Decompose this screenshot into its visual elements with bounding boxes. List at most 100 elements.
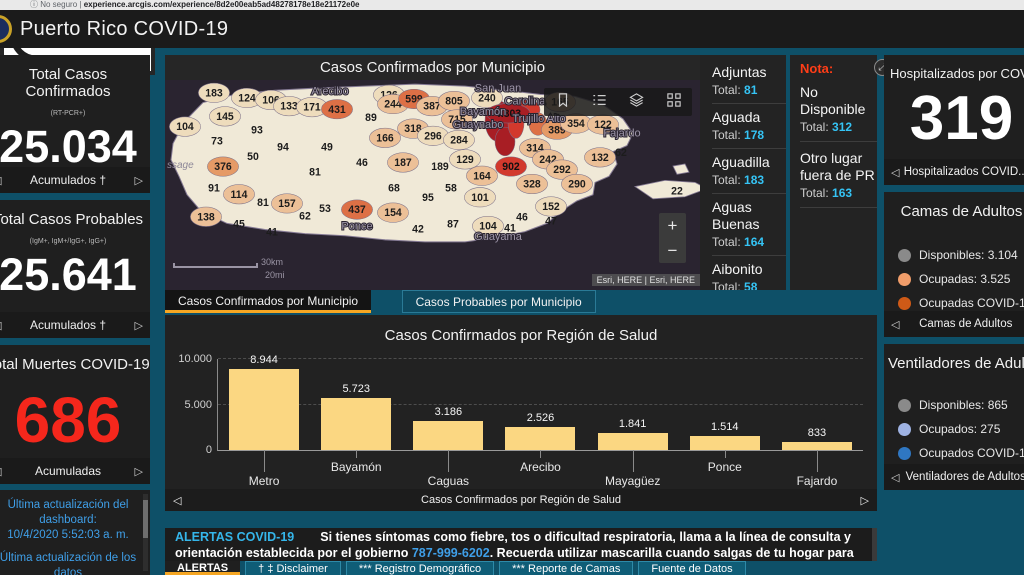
bar-column: 8.944 Metro [218,354,310,488]
x-axis-tick [356,450,358,458]
phone-number[interactable]: 787-999-6202 [412,546,490,560]
municipality-count-label: 124 [238,92,256,104]
municipality-count-label: 93 [251,124,263,136]
next-arrow-icon[interactable]: ▷ [135,319,143,332]
municipality-count-label: 284 [450,134,468,146]
prev-arrow-icon[interactable]: ◁ [891,166,899,179]
list-item[interactable]: Aibonito Total: 58 [712,256,786,290]
list-item[interactable]: Aguada Total: 178 [712,104,786,149]
list-item[interactable]: Aguas Buenas Total: 164 [712,194,786,256]
bar-bayamón[interactable] [321,397,392,450]
legend-row: Ocupadas: 3.525 [898,272,1024,286]
next-arrow-icon[interactable]: ▷ [861,494,869,507]
tab-casos-confirmados-por-municipio[interactable]: Casos Confirmados por Municipio [165,290,372,313]
camas-legend: Disponibles: 3.104 Ocupadas: 3.525 Ocupada… [884,248,1024,310]
hospitalizados-value: 319 [909,84,1014,153]
list-item[interactable]: Aguadilla Total: 183 [712,149,786,194]
municipality-count-label: 132 [591,152,609,164]
layers-icon[interactable] [618,92,655,112]
bookmark-icon[interactable] [544,92,581,112]
ventiladores-title: Ventiladores de Adultos [888,355,1024,372]
bar-column: 1.841 Mayagüez [587,359,679,488]
bar-value-label: 3.186 [434,406,463,419]
camas-nav[interactable]: ◁ Camas de Adultos [884,311,1024,337]
municipality-count-label: 49 [321,142,333,154]
map-title: Casos Confirmados por Municipio [165,55,700,80]
scrollbar-thumb[interactable] [143,500,148,538]
confirmados-subtitle: (RT-PCR+) [50,110,86,117]
map-widget[interactable]: Casos Confirmados por Municipio 183 124 10… [165,55,700,290]
confirmados-value: 25.034 [0,121,137,172]
muertes-nav[interactable]: ◁ Acumuladas ▷ [0,458,150,484]
bar-value-label: 2.526 [526,412,555,425]
next-arrow-icon[interactable]: ▷ [135,174,143,187]
place-name-label: Guayama [474,231,522,243]
hospitalizados-nav[interactable]: ◁ Hospitalizados COVID... [884,159,1024,185]
nota-panel: Nota: ⤢ No Disponible Total: 312 Otro luga… [790,55,891,290]
place-name-label: Bayamón [460,106,506,118]
probables-title: Total Casos Probables [0,211,144,228]
legend-row: Ocupados: 275 [898,422,1024,436]
app-header: Puerto Rico COVID-19 [0,10,1024,48]
municipality-count-label: 164 [473,170,491,182]
bottom-tab-fuente-de-datos[interactable]: Fuente de Datos [638,561,746,575]
bottom-tab--reporte-de-camas[interactable]: *** Reporte de Camas [499,561,634,575]
ticker-scrollbar[interactable] [872,528,877,561]
bottom-tab--registro-demogr-fico[interactable]: *** Registro Demográfico [345,561,495,575]
chart-widget: Casos Confirmados por Región de Salud 10… [165,315,877,511]
municipality-count-label: 189 [431,161,449,173]
bar-arecibo[interactable] [505,427,576,450]
chart-footer-label: Casos Confirmados por Región de Salud [421,494,621,506]
municipality-count-label: 145 [216,111,234,123]
scrollbar-track[interactable] [143,494,148,571]
municipality-count-label: 902 [502,161,520,173]
bar-fajardo[interactable] [781,442,852,450]
zoom-in-button[interactable]: + [659,213,686,238]
legend-row: Disponibles: 3.104 [898,248,1024,262]
prev-arrow-icon[interactable]: ◁ [891,471,899,484]
municipality-count-label: 157 [278,198,296,210]
next-arrow-icon[interactable]: ▷ [135,465,143,478]
prev-arrow-icon[interactable]: ◁ [891,318,899,331]
bar-caguas[interactable] [413,421,484,450]
prev-arrow-icon[interactable]: ◁ [173,494,181,507]
probables-nav[interactable]: ◁ Acumulados † ▷ [0,312,150,338]
scale-mi-label: 20mi [265,270,285,280]
bar-metro[interactable] [229,368,300,450]
bottom-tab-alertas[interactable]: ALERTAS [165,561,241,575]
camas-nav-label: Camas de Adultos [919,318,1013,330]
list-item[interactable]: Adjuntas Total: 81 [712,59,786,104]
legend-list-icon[interactable] [581,93,618,112]
municipality-count-label: 104 [176,121,194,133]
url-text: experience.arcgis.com/experience/8d2e00e… [83,0,360,9]
tab-casos-probables-por-municipio[interactable]: Casos Probables por Municipio [401,290,596,313]
municipality-count-label: 152 [542,201,560,213]
prev-arrow-icon[interactable]: ◁ [0,465,1,478]
bar-ponce[interactable] [689,436,760,450]
ventiladores-nav[interactable]: ◁ Ventiladores de Adultos [884,464,1024,490]
municipality-total: Total: 178 [712,128,765,142]
y-axis-tick-label: 10.000 [178,353,212,365]
info-icon[interactable]: ⓘ [30,0,38,9]
browser-url-bar[interactable]: ⓘ No seguro | experience.arcgis.com/expe… [0,0,1024,10]
municipality-list[interactable]: Adjuntas Total: 81 Aguada Total: 178 Aguadil… [700,55,786,290]
municipality-count-label: 296 [424,130,442,142]
municipality-count-label: 129 [456,154,474,166]
alert-ticker[interactable]: ALERTAS COVID-19 Si tienes síntomas como … [165,528,877,561]
bar-mayagüez[interactable] [597,433,668,450]
municipality-count-label: 81 [309,166,321,178]
chart-footer-nav[interactable]: ◁ Casos Confirmados por Región de Salud … [165,489,877,511]
prev-arrow-icon[interactable]: ◁ [0,319,1,332]
prev-arrow-icon[interactable]: ◁ [0,174,1,187]
camas-title: Camas de Adultos [900,203,1023,220]
municipality-count-label: 101 [471,192,489,204]
legend-label: Ocupados: 275 [919,422,1001,436]
municipality-count-label: 91 [208,183,220,195]
x-axis-tick [264,450,266,472]
bottom-tab--disclaimer[interactable]: † ‡ Disclaimer [245,561,341,575]
zoom-out-button[interactable]: − [659,238,686,263]
municipality-total: Total: 164 [712,235,765,249]
municipality-count-label: 22 [671,186,683,198]
widget-grid-icon[interactable] [655,92,692,112]
confirmados-nav[interactable]: ◁ Acumulados † ▷ [0,167,150,193]
